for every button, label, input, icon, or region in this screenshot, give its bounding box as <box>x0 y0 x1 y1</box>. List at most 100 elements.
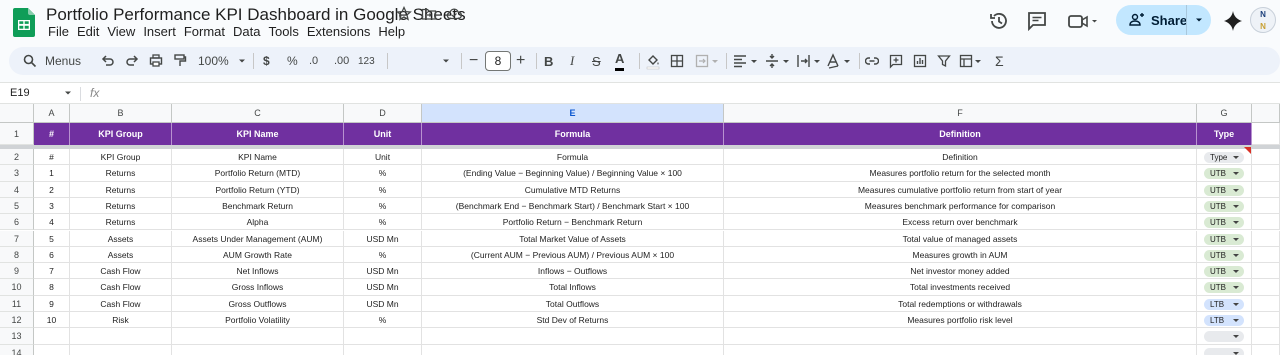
cell-num[interactable]: 1 <box>34 165 70 182</box>
type-dropdown-chip[interactable]: UTB <box>1204 200 1244 212</box>
cell-group[interactable]: Returns <box>70 181 172 198</box>
cell-formula[interactable]: (Ending Value − Beginning Value) / Begin… <box>422 165 724 182</box>
type-dropdown-chip[interactable] <box>1204 331 1244 343</box>
currency-format-button[interactable]: $ <box>263 47 270 75</box>
cell-num[interactable]: 4 <box>34 214 70 231</box>
cell-num[interactable]: # <box>34 149 70 166</box>
redo-icon[interactable] <box>125 47 139 75</box>
cell-type[interactable]: LTB <box>1197 295 1252 312</box>
font-family-select[interactable] <box>393 47 453 75</box>
header-cell-formula[interactable]: Formula <box>422 123 724 145</box>
text-wrapping-icon[interactable] <box>796 47 824 75</box>
cell-num[interactable]: 3 <box>34 197 70 215</box>
insert-chart-icon[interactable] <box>913 47 927 75</box>
header-cell-unit[interactable]: Unit <box>344 123 422 145</box>
cell-definition[interactable]: Measures portfolio risk level <box>724 312 1197 329</box>
cell-unit[interactable]: USD Mn <box>344 295 422 312</box>
cell-type[interactable]: UTB <box>1197 246 1252 264</box>
cell-formula[interactable]: Total Market Value of Assets <box>422 230 724 247</box>
cell-num[interactable] <box>34 328 70 345</box>
cell[interactable] <box>1252 230 1280 247</box>
cell-definition[interactable]: Total investments received <box>724 279 1197 296</box>
type-dropdown-chip[interactable] <box>1204 347 1244 355</box>
menu-edit[interactable]: Edit <box>75 24 105 39</box>
cell-group[interactable]: Cash Flow <box>70 279 172 296</box>
cell-group[interactable]: Assets <box>70 230 172 247</box>
bold-button[interactable]: B <box>544 47 553 75</box>
name-box-chevron-down-icon[interactable] <box>64 89 72 97</box>
spreadsheet-grid[interactable]: ABCDEFG 1 # KPI Group KPI Name Unit Formula De… <box>0 104 1280 355</box>
insert-link-icon[interactable] <box>865 47 879 75</box>
cell-definition[interactable]: Excess return over benchmark <box>724 214 1197 231</box>
cell-group[interactable]: Cash Flow <box>70 295 172 312</box>
filter-icon[interactable] <box>937 47 951 75</box>
undo-icon[interactable] <box>101 47 115 75</box>
cell-unit[interactable]: USD Mn <box>344 230 422 247</box>
column-header-b[interactable]: B <box>70 104 172 123</box>
type-dropdown-chip[interactable]: UTB <box>1204 249 1244 261</box>
cell-formula[interactable]: (Current AUM − Previous AUM) / Previous … <box>422 246 724 264</box>
cell[interactable] <box>1252 328 1280 345</box>
cell-type[interactable]: UTB <box>1197 263 1252 280</box>
cell-name[interactable]: Portfolio Volatility <box>172 312 344 329</box>
cell-formula[interactable]: Cumulative MTD Returns <box>422 181 724 198</box>
cell-name[interactable]: KPI Name <box>172 149 344 166</box>
cell-unit[interactable]: USD Mn <box>344 263 422 280</box>
share-options-chevron-down-icon[interactable] <box>1194 15 1204 25</box>
cell-num[interactable]: 2 <box>34 181 70 198</box>
cell-formula[interactable]: Total Outflows <box>422 295 724 312</box>
cell-type[interactable]: Type <box>1197 149 1252 166</box>
header-cell-name[interactable]: KPI Name <box>172 123 344 145</box>
decrease-font-size-button[interactable]: − <box>469 47 478 75</box>
cell-unit[interactable]: Unit <box>344 149 422 166</box>
column-header-f[interactable]: F <box>724 104 1197 123</box>
cell-group[interactable]: Returns <box>70 197 172 215</box>
cell-type[interactable] <box>1197 344 1252 355</box>
cell-formula[interactable] <box>422 328 724 345</box>
horizontal-align-icon[interactable] <box>733 47 761 75</box>
row-header[interactable]: 8 <box>0 246 34 264</box>
insert-comment-icon[interactable] <box>889 47 903 75</box>
cell-name[interactable]: Gross Inflows <box>172 279 344 296</box>
cell-unit[interactable]: % <box>344 214 422 231</box>
cell-unit[interactable]: % <box>344 312 422 329</box>
cell-type[interactable]: UTB <box>1197 165 1252 182</box>
cell-type[interactable]: UTB <box>1197 214 1252 231</box>
cell-group[interactable]: Returns <box>70 214 172 231</box>
cell[interactable] <box>1252 295 1280 312</box>
row-header[interactable]: 9 <box>0 263 34 280</box>
column-header-a[interactable]: A <box>34 104 70 123</box>
sheets-logo-icon[interactable] <box>13 8 35 37</box>
cell-num[interactable]: 6 <box>34 246 70 264</box>
cell-name[interactable]: AUM Growth Rate <box>172 246 344 264</box>
row-header[interactable]: 12 <box>0 312 34 329</box>
cell[interactable] <box>1252 165 1280 182</box>
type-dropdown-chip[interactable]: UTB <box>1204 168 1244 180</box>
menu-tools[interactable]: Tools <box>266 24 304 39</box>
zoom-select[interactable]: 100% <box>198 47 247 75</box>
cell-formula[interactable]: (Benchmark End − Benchmark Start) / Benc… <box>422 197 724 215</box>
cell-unit[interactable]: % <box>344 165 422 182</box>
row-header[interactable]: 5 <box>0 197 34 215</box>
header-cell-num[interactable]: # <box>34 123 70 145</box>
functions-sigma-icon[interactable]: Σ <box>995 47 1004 75</box>
cell-formula[interactable]: Total Inflows <box>422 279 724 296</box>
cell-unit[interactable]: % <box>344 246 422 264</box>
cell-formula[interactable] <box>422 344 724 355</box>
cell[interactable] <box>1252 214 1280 231</box>
column-header-c[interactable]: C <box>172 104 344 123</box>
cell-unit[interactable]: % <box>344 197 422 215</box>
cell-type[interactable]: UTB <box>1197 230 1252 247</box>
share-button[interactable]: Share <box>1116 5 1211 35</box>
cell-type[interactable]: LTB <box>1197 312 1252 329</box>
name-box[interactable]: E19 <box>10 87 30 99</box>
header-cell-type[interactable]: Type <box>1197 123 1252 145</box>
cell-num[interactable]: 5 <box>34 230 70 247</box>
cell-definition[interactable]: Net investor money added <box>724 263 1197 280</box>
header-cell-definition[interactable]: Definition <box>724 123 1197 145</box>
cell-group[interactable] <box>70 328 172 345</box>
cell-definition[interactable]: Total redemptions or withdrawals <box>724 295 1197 312</box>
text-rotation-icon[interactable] <box>826 47 854 75</box>
cell[interactable] <box>1252 246 1280 264</box>
gemini-sparkle-icon[interactable] <box>1222 10 1244 32</box>
